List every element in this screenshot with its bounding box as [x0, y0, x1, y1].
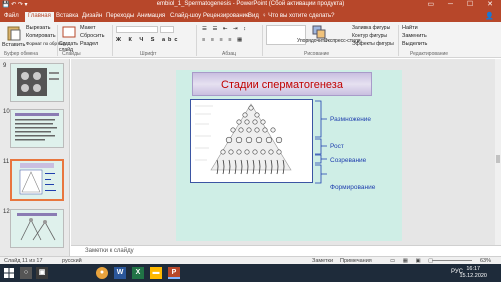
slide-thumbnail-9[interactable] — [10, 63, 64, 102]
divider — [112, 25, 113, 56]
stage-label-maturation: Созревание — [330, 157, 367, 164]
reset-button[interactable]: Сбросить — [80, 33, 104, 39]
title-bar: 💾 ↶ ↷ ▾ embiol_1_Spermatogenesis - Power… — [0, 0, 501, 11]
tab-design[interactable]: Дизайн — [82, 13, 102, 19]
group-drawing: Рисование — [304, 51, 330, 57]
tab-transitions[interactable]: Переходы — [106, 13, 134, 19]
group-slides: Слайды — [62, 51, 81, 57]
thumbnail-image — [17, 68, 59, 96]
zoom-slider[interactable] — [432, 260, 472, 261]
thumb-number: 9 — [3, 63, 7, 69]
slide-title: Стадии сперматогенеза — [221, 79, 343, 91]
tab-animations[interactable]: Анимация — [137, 13, 165, 19]
stage-label-reproduction: Размножение — [330, 116, 372, 123]
slide-title-box[interactable]: Стадии сперматогенеза — [192, 72, 372, 96]
arrange-icon[interactable] — [312, 25, 326, 39]
clock-date: 15.12.2020 — [459, 273, 487, 279]
replace-button[interactable]: Заменить — [402, 33, 427, 39]
slide-thumbnail-panel[interactable]: 9 10 11 12 — [0, 59, 70, 256]
windows-taskbar: ○ ▣ ● W X ▬ P РУС 16:17 15.12.2020 — [0, 264, 501, 282]
search-icon[interactable]: ○ — [20, 267, 32, 279]
share-icon[interactable]: 👤 — [485, 12, 494, 20]
group-paragraph: Абзац — [222, 51, 237, 57]
chrome-icon[interactable]: ● — [96, 267, 108, 279]
divider — [196, 25, 197, 56]
task-view-icon[interactable]: ▣ — [36, 267, 48, 279]
spermatogenesis-diagram[interactable] — [190, 99, 313, 183]
thumbnail-image — [17, 213, 57, 241]
arrange-button[interactable]: Упорядочить — [297, 38, 327, 44]
word-icon[interactable]: W — [114, 267, 126, 279]
font-format-buttons[interactable]: Ж К Ч S abc — [116, 37, 180, 43]
divider — [398, 25, 399, 56]
excel-icon[interactable]: X — [132, 267, 144, 279]
tab-review[interactable]: Рецензирование — [203, 13, 249, 19]
paste-icon[interactable] — [6, 25, 22, 41]
layout-button[interactable]: Макет — [80, 25, 96, 31]
vertical-scrollbar[interactable] — [495, 59, 501, 245]
tab-slideshow[interactable]: Слайд-шоу — [170, 13, 201, 19]
select-button[interactable]: Выделить — [402, 41, 427, 47]
tab-insert[interactable]: Вставка — [56, 13, 78, 19]
shape-fill-button[interactable]: Заливка фигуры — [352, 25, 390, 31]
paragraph-list-buttons[interactable]: ☰ ☰ ⇤ ⇥ ↕ — [202, 26, 248, 32]
explorer-icon[interactable]: ▬ — [150, 267, 162, 279]
paragraph-align-buttons[interactable]: ≡ ≡ ≡ ≡ ▦ — [202, 37, 244, 43]
powerpoint-icon[interactable]: P — [168, 267, 180, 279]
group-editing: Редактирование — [410, 51, 449, 57]
notes-placeholder: Заметки к слайду — [85, 248, 134, 254]
window-controls[interactable]: ▭ ─ ☐ ✕ — [427, 0, 499, 8]
stage-label-growth: Рост — [330, 143, 344, 150]
clock-time: 16:17 — [466, 266, 481, 272]
thumb-number: 11 — [3, 159, 10, 165]
divider — [262, 25, 263, 56]
diagram-image — [195, 103, 292, 175]
tell-me-search[interactable]: ♀ Что вы хотите сделать? — [262, 13, 335, 19]
group-font: Шрифт — [140, 51, 157, 57]
tab-file[interactable]: Файл — [4, 13, 19, 19]
find-button[interactable]: Найти — [402, 25, 418, 31]
shape-effects-button[interactable]: Эффекты фигуры — [352, 41, 394, 47]
slide-thumbnail-11[interactable] — [10, 159, 64, 201]
new-slide-icon[interactable] — [62, 25, 76, 39]
group-clipboard: Буфер обмена — [4, 51, 38, 57]
slide-thumbnail-10[interactable] — [10, 109, 64, 148]
tab-view[interactable]: Вид — [248, 13, 259, 19]
font-name-dropdown[interactable] — [116, 26, 158, 33]
cut-button[interactable]: Вырезать — [26, 25, 50, 31]
window-title: embiol_1_Spermatogenesis - PowerPoint (С… — [156, 1, 345, 7]
shape-outline-button[interactable]: Контур фигуры — [352, 33, 387, 39]
tab-home[interactable]: Главная — [25, 12, 54, 22]
ribbon-tab-bar: Файл Главная Вставка Дизайн Переходы Ани… — [0, 11, 501, 22]
scrollbar-thumb[interactable] — [496, 155, 500, 163]
thumbnail-image — [19, 163, 56, 195]
font-size-dropdown[interactable] — [160, 26, 174, 33]
paste-button[interactable]: Вставить — [2, 42, 25, 48]
divider — [57, 25, 58, 56]
stage-brackets — [315, 100, 327, 184]
notes-pane[interactable]: Заметки к слайду — [71, 245, 501, 256]
stage-label-formation: Формирование — [330, 184, 376, 191]
copy-button[interactable]: Копировать — [26, 33, 56, 39]
thumb-number: 10 — [3, 109, 10, 115]
thumbnail-image — [15, 113, 59, 141]
windows-start-icon[interactable] — [4, 268, 14, 278]
section-button[interactable]: Раздел — [80, 41, 98, 47]
thumb-number: 12 — [3, 209, 10, 215]
slide-thumbnail-12[interactable] — [10, 209, 64, 248]
ribbon: Вставить Вырезать Копировать Формат по о… — [0, 22, 501, 58]
system-clock[interactable]: 16:17 15.12.2020 — [459, 266, 487, 280]
status-bar: Слайд 11 из 17 русский Заметки Примечани… — [0, 256, 501, 264]
